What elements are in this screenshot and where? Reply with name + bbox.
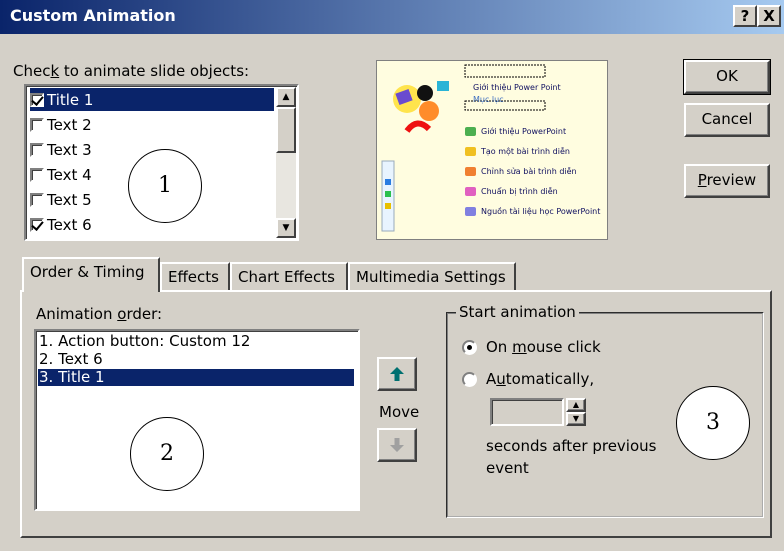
checkbox[interactable] xyxy=(30,142,44,157)
list-item-label: Title 1 xyxy=(47,90,94,109)
start-animation-legend: Start animation xyxy=(456,303,579,321)
list-item[interactable]: 3. Title 1 xyxy=(38,369,354,386)
bullet-icon xyxy=(465,147,476,156)
list-item-label: Text 3 xyxy=(47,140,92,159)
event-label: event xyxy=(486,459,529,477)
list-item[interactable]: Title 1 xyxy=(30,88,274,111)
scroll-down-icon[interactable]: ▼ xyxy=(276,218,296,238)
list-item[interactable]: Text 2 xyxy=(30,113,274,136)
seconds-down-icon[interactable]: ▼ xyxy=(566,412,586,426)
close-button[interactable]: X xyxy=(757,5,781,27)
scroll-thumb[interactable] xyxy=(276,107,296,153)
list-item-label: Text 2 xyxy=(47,115,92,134)
seconds-label: seconds after previous xyxy=(486,437,657,455)
seconds-up-icon[interactable]: ▲ xyxy=(566,398,586,412)
list-item[interactable]: 1. Action button: Custom 12 xyxy=(38,333,354,350)
annotation-2: 2 xyxy=(130,417,204,491)
preview-title: Giới thiệu Power Point xyxy=(473,83,561,92)
tab-chart-effects[interactable]: Chart Effects xyxy=(230,262,348,291)
annotation-1: 1 xyxy=(128,149,202,223)
checkbox[interactable] xyxy=(30,92,44,107)
list-item-label: Text 5 xyxy=(47,190,92,209)
preview-bullet: Giới thiệu PowerPoint xyxy=(481,127,567,136)
objects-label: Check to animate slide objects: xyxy=(13,62,250,80)
scroll-up-icon[interactable]: ▲ xyxy=(276,87,296,107)
arrow-up-icon xyxy=(390,367,404,381)
animation-order-label: Animation order: xyxy=(36,305,163,323)
list-item-label: Text 6 xyxy=(47,215,92,234)
seconds-input[interactable] xyxy=(490,398,564,426)
preview-button[interactable]: Preview xyxy=(684,164,770,198)
preview-bullet: Nguồn tài liệu học PowerPoint xyxy=(481,207,601,216)
list-item-label: Text 4 xyxy=(47,165,92,184)
bullet-icon xyxy=(465,207,476,216)
on-mouse-click-radio[interactable] xyxy=(462,340,477,355)
window-title: Custom Animation xyxy=(10,6,176,25)
tab-effects[interactable]: Effects xyxy=(160,262,230,291)
bullet-icon xyxy=(465,167,476,176)
animation-order-list[interactable]: 1. Action button: Custom 12 2. Text 6 3.… xyxy=(34,329,360,511)
objects-scrollbar[interactable]: ▲ ▼ xyxy=(276,87,296,238)
checkbox[interactable] xyxy=(30,167,44,182)
list-item[interactable]: 2. Text 6 xyxy=(38,351,354,368)
preview-bullet: Chuẩn bị trình diễn xyxy=(481,187,558,196)
preview-bullet: Tạo một bài trình diễn xyxy=(481,147,570,156)
checkbox[interactable] xyxy=(30,192,44,207)
tab-multimedia-settings[interactable]: Multimedia Settings xyxy=(348,262,516,291)
preview-bullet: Chỉnh sửa bài trình diễn xyxy=(481,167,577,176)
tab-order-timing[interactable]: Order & Timing xyxy=(22,257,160,292)
on-mouse-click-label[interactable]: On mouse click xyxy=(486,338,601,356)
custom-animation-dialog: Custom Animation ? X Check to animate sl… xyxy=(0,0,784,551)
slide-preview: Giới thiệu Power Point Mục lục Giới thiệ… xyxy=(376,60,608,240)
bullet-icon xyxy=(465,187,476,196)
annotation-3: 3 xyxy=(676,386,750,460)
move-label: Move xyxy=(379,403,420,421)
title-bar[interactable]: Custom Animation ? X xyxy=(0,0,784,34)
ok-button[interactable]: OK xyxy=(683,59,771,95)
bullet-icon xyxy=(465,127,476,136)
move-up-button[interactable] xyxy=(377,357,417,391)
checkbox[interactable] xyxy=(30,117,44,132)
automatically-radio[interactable] xyxy=(462,372,477,387)
move-down-button[interactable] xyxy=(377,428,417,462)
help-button[interactable]: ? xyxy=(733,5,757,27)
cancel-button[interactable]: Cancel xyxy=(684,103,770,137)
checkbox[interactable] xyxy=(30,217,44,232)
automatically-label[interactable]: Automatically, xyxy=(486,370,594,388)
preview-subtitle: Mục lục xyxy=(473,95,504,104)
arrow-down-icon xyxy=(390,438,404,452)
